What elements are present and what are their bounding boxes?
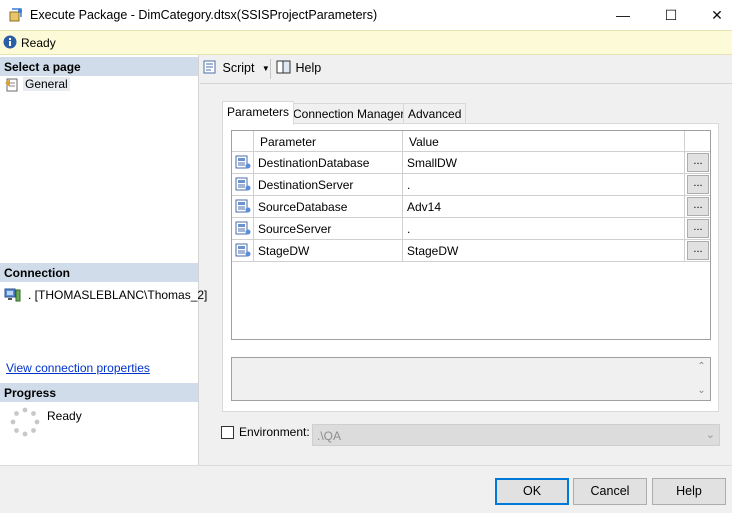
scroll-up-icon[interactable]: ⌃ [696,362,707,372]
column-header-value: Value [403,131,685,152]
parameter-value[interactable]: . [403,174,685,195]
select-page-header: Select a page [0,57,198,76]
left-pane: Select a page General Connection . [THOM… [0,55,207,465]
environment-select[interactable]: .\QA ⌄ [312,424,720,446]
script-icon [203,60,216,74]
status-text: Ready [21,36,56,50]
parameter-value[interactable]: StageDW [403,240,685,261]
help-book-icon [276,60,291,74]
grid-header: Parameter Value [232,131,710,152]
environment-label: Environment: [239,425,310,439]
parameters-grid: Parameter Value DestinationDatabase Smal… [231,130,711,340]
chevron-down-icon[interactable]: ▼ [262,64,270,73]
help-toolbar-label: Help [295,61,322,75]
parameter-icon [232,218,254,239]
view-connection-properties-link[interactable]: View connection properties [6,361,150,375]
edit-value-button[interactable]: ... [687,153,709,172]
tab-parameters[interactable]: Parameters [222,101,295,125]
package-icon [8,7,24,23]
parameter-name: DestinationDatabase [254,152,403,173]
edit-value-button[interactable]: ... [687,241,709,260]
description-scrollbar[interactable]: ⌃ ⌄ [693,358,710,400]
table-row[interactable]: StageDW StageDW ... [232,240,710,262]
progress-status: Ready [47,409,82,423]
cancel-button[interactable]: Cancel [573,478,647,505]
parameters-panel: Parameter Value DestinationDatabase Smal… [222,123,719,412]
parameter-name: SourceServer [254,218,403,239]
column-header-parameter: Parameter [254,131,403,152]
script-label: Script [222,61,255,75]
parameter-icon [232,240,254,261]
table-row[interactable]: SourceServer . ... [232,218,710,240]
info-icon [3,35,17,49]
window-title: Execute Package - DimCategory.dtsx(SSISP… [30,8,378,22]
progress-header: Progress [0,383,198,402]
grid-header-icon-cell [232,131,254,152]
title-bar: Execute Package - DimCategory.dtsx(SSISP… [0,0,732,30]
connection-text: . [THOMASLEBLANC\Thomas_2] [28,288,208,302]
minimize-button[interactable]: — [600,0,646,30]
help-toolbar-button[interactable]: Help [276,60,321,75]
table-row[interactable]: DestinationDatabase SmallDW ... [232,152,710,174]
general-page-icon [4,77,20,93]
script-button[interactable]: Script ▼ [203,60,270,75]
chevron-down-icon: ⌄ [705,429,715,441]
tab-connection-managers[interactable]: Connection Managers [288,103,416,124]
maximize-button[interactable]: ☐ [648,0,694,30]
parameter-value[interactable]: Adv14 [403,196,685,217]
parameter-name: DestinationServer [254,174,403,195]
parameter-name: SourceDatabase [254,196,403,217]
status-bar: Ready [0,30,732,55]
parameter-name: StageDW [254,240,403,261]
parameter-value[interactable]: SmallDW [403,152,685,173]
progress-spinner-icon [10,407,40,437]
edit-value-button[interactable]: ... [687,175,709,194]
parameter-icon [232,174,254,195]
environment-checkbox[interactable] [221,426,234,439]
scroll-down-icon[interactable]: ⌄ [696,386,707,396]
toolbar-divider [200,83,732,84]
footer-divider [0,465,732,466]
table-row[interactable]: DestinationServer . ... [232,174,710,196]
table-row[interactable]: SourceDatabase Adv14 ... [232,196,710,218]
page-item-label: General [23,77,70,91]
edit-value-button[interactable]: ... [687,197,709,216]
description-box: ⌃ ⌄ [231,357,711,401]
tab-advanced[interactable]: Advanced [403,103,467,124]
help-button[interactable]: Help [652,478,726,505]
edit-value-button[interactable]: ... [687,219,709,238]
parameter-icon [232,196,254,217]
environment-value: .\QA [317,429,342,443]
connection-header: Connection [0,263,198,282]
ok-button[interactable]: OK [495,478,569,505]
parameter-value[interactable]: . [403,218,685,239]
server-connection-icon [4,287,22,303]
close-button[interactable]: ✕ [694,0,732,30]
parameter-icon [232,152,254,173]
toolbar-separator [270,59,271,79]
